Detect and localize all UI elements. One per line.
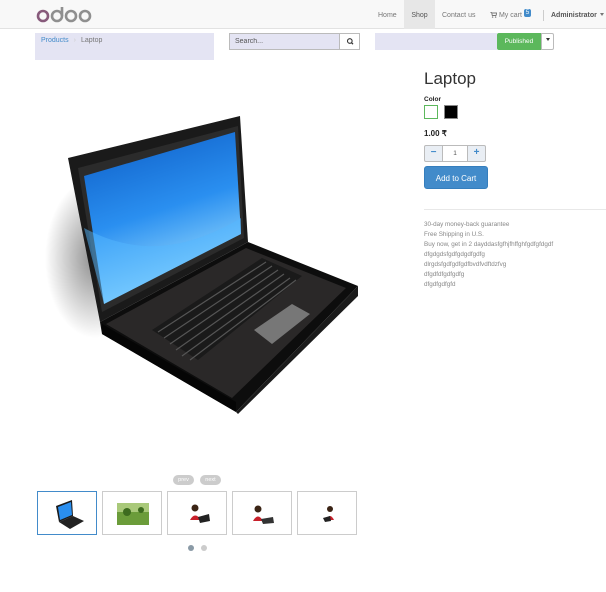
user-name: Administrator <box>551 12 597 19</box>
quantity-increase-button[interactable]: + <box>467 145 486 162</box>
chevron-down-icon <box>545 38 550 41</box>
description-line: dlrgdsfgdfgdfgdfbvdfvdftdzfvg <box>424 261 507 268</box>
divider <box>424 209 606 210</box>
carousel-dot-1[interactable] <box>188 545 194 551</box>
carousel-next-button[interactable]: next <box>200 475 221 485</box>
breadcrumb-current: Laptop <box>80 37 103 44</box>
search-icon <box>346 38 354 45</box>
nav-home[interactable]: Home <box>373 0 402 29</box>
description-line: dfgdfdfgdfgdfg <box>424 271 465 278</box>
nav-contact-us[interactable]: Contact us <box>437 0 480 29</box>
description-line: dfgdfgdfgfd <box>424 281 456 288</box>
description-line: 30-day money-back guarantee <box>424 221 510 228</box>
product-price: 1.00 ₹ <box>424 129 447 138</box>
search-group <box>229 33 360 50</box>
description-line: dfgdgdsfgdfgdgdfgdfg <box>424 251 485 258</box>
person-thumbnail-image <box>190 504 210 523</box>
cart-icon <box>490 11 498 18</box>
nav-my-cart[interactable]: My cart 5 <box>485 0 536 29</box>
quantity-input[interactable] <box>443 145 467 162</box>
laptop-thumbnail-image <box>56 500 84 529</box>
search-input[interactable] <box>229 33 339 50</box>
outdoor-thumbnail-image <box>117 503 149 525</box>
person-thumbnail-image <box>323 506 334 522</box>
product-description: 30-day money-back guarantee Free Shippin… <box>424 220 606 290</box>
thumbnail-outdoor[interactable] <box>102 491 162 535</box>
carousel-dot-2[interactable] <box>201 545 207 551</box>
breadcrumb: Products › Laptop <box>35 33 214 60</box>
thumbnail-person-laptop-3[interactable] <box>297 491 357 535</box>
thumbnail-person-laptop-1[interactable] <box>167 491 227 535</box>
nav-cart-label: My cart <box>498 12 522 19</box>
search-button[interactable] <box>339 33 360 50</box>
color-swatch-black[interactable] <box>444 105 458 119</box>
breadcrumb-products-link[interactable]: Products <box>41 37 69 44</box>
thumbnail-person-laptop-2[interactable] <box>232 491 292 535</box>
user-menu[interactable]: Administrator <box>551 0 604 29</box>
color-swatch-white[interactable] <box>424 105 438 119</box>
odoo-logo[interactable] <box>36 6 92 24</box>
thumbnail-laptop[interactable] <box>37 491 97 535</box>
quantity-decrease-button[interactable]: − <box>424 145 443 162</box>
published-button[interactable]: Published <box>497 33 541 50</box>
person-thumbnail-image <box>253 505 274 524</box>
product-title: Laptop <box>424 69 476 88</box>
add-to-cart-button[interactable]: Add to Cart <box>424 166 488 189</box>
nav-separator <box>543 10 544 21</box>
navbar: Home Shop Contact us My cart 5 Administra… <box>0 0 606 29</box>
color-label: Color <box>424 96 441 103</box>
publish-dropdown-toggle[interactable] <box>541 33 554 50</box>
description-line: Free Shipping in U.S. <box>424 231 484 238</box>
description-line: Buy now, get in 2 dayddasfgfhjfhffghfgdf… <box>424 241 554 248</box>
editor-toolbar <box>375 33 497 50</box>
chevron-down-icon <box>599 13 604 16</box>
product-image-laptop <box>45 116 358 414</box>
cart-count-badge: 5 <box>523 9 532 17</box>
breadcrumb-separator: › <box>73 37 76 44</box>
carousel-prev-button[interactable]: prev <box>173 475 194 485</box>
nav-shop[interactable]: Shop <box>404 0 435 29</box>
